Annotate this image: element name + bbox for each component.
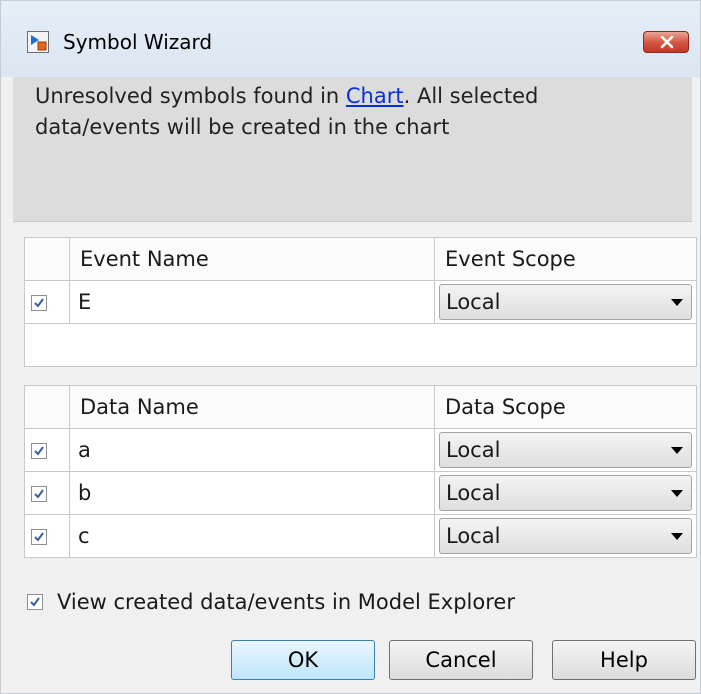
table-row: E Local [24,280,697,324]
data-name-cell[interactable]: b [69,471,435,515]
data-select-checkbox[interactable] [31,486,47,502]
window-title: Symbol Wizard [63,30,213,54]
event-select-checkbox[interactable] [31,295,47,311]
check-icon [34,298,44,308]
view-in-explorer-option[interactable]: View created data/events in Model Explor… [27,590,515,614]
data-select-checkbox[interactable] [31,529,47,545]
event-name-cell[interactable]: E [69,280,435,324]
data-scope-header[interactable]: Data Scope [434,385,697,429]
data-scope-dropdown[interactable]: Local [439,432,692,468]
data-select-checkbox[interactable] [31,443,47,459]
check-icon [34,489,44,499]
event-name-header[interactable]: Event Name [69,237,435,281]
check-icon [30,597,40,607]
message-text: Unresolved symbols found in Chart. All s… [35,84,539,139]
view-in-explorer-label: View created data/events in Model Explor… [57,590,515,614]
symbol-wizard-dialog: Symbol Wizard Unresolved symbols found i… [0,0,701,694]
event-scope-header[interactable]: Event Scope [434,237,697,281]
events-table: Event Name Event Scope E Local [24,237,697,367]
dropdown-arrow-icon [671,490,683,497]
dropdown-arrow-icon [671,533,683,540]
cancel-button[interactable]: Cancel [389,640,533,680]
data-table: Data Name Data Scope a Local b Local c L… [24,385,697,558]
event-scope-dropdown[interactable]: Local [439,284,692,320]
check-icon [34,446,44,456]
data-scope-dropdown[interactable]: Local [439,475,692,511]
close-button[interactable] [643,31,689,53]
events-header-row: Event Name Event Scope [24,237,697,281]
ok-button[interactable]: OK [231,640,375,680]
app-icon [27,31,49,53]
events-checkbox-header [24,237,70,281]
data-name-cell[interactable]: c [69,514,435,558]
data-scope-dropdown[interactable]: Local [439,518,692,554]
data-name-header[interactable]: Data Name [69,385,435,429]
data-name-cell[interactable]: a [69,428,435,472]
close-icon [660,36,674,49]
message-panel: Unresolved symbols found in Chart. All s… [13,77,692,222]
data-checkbox-header [24,385,70,429]
table-row: b Local [24,471,697,515]
dropdown-arrow-icon [671,447,683,454]
table-row: c Local [24,514,697,558]
title-bar: Symbol Wizard [1,1,700,77]
help-button[interactable]: Help [552,640,696,680]
table-row: a Local [24,428,697,472]
data-header-row: Data Name Data Scope [24,385,697,429]
chart-link[interactable]: Chart [346,84,404,108]
events-empty-area [24,323,697,367]
check-icon [34,532,44,542]
dropdown-arrow-icon [671,299,683,306]
view-in-explorer-checkbox[interactable] [27,594,43,610]
